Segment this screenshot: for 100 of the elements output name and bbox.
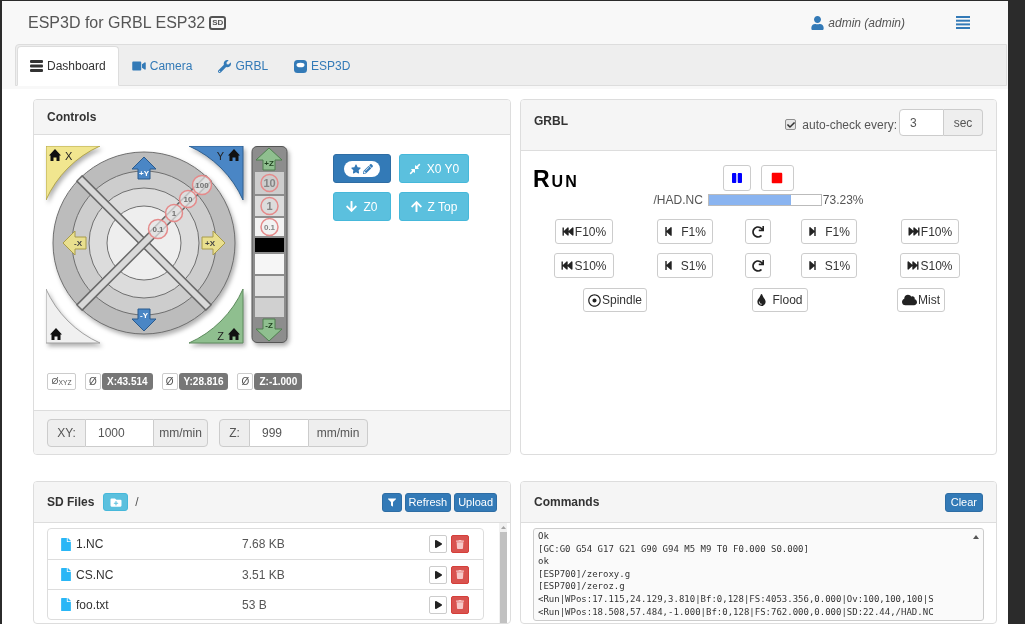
wrench-icon	[218, 59, 232, 73]
fast-backward-icon	[561, 226, 574, 237]
step-marker: 100	[191, 174, 213, 196]
stacked-bars-icon	[30, 60, 43, 72]
user-name[interactable]: admin (admin)	[828, 13, 905, 32]
feedrate-input[interactable]: 999	[250, 418, 308, 447]
clear-button[interactable]: Clear	[944, 492, 983, 512]
auto-check-label: auto-check every:	[802, 116, 897, 134]
arrow-up-icon	[410, 200, 422, 213]
fast-forward-icon	[907, 260, 920, 271]
menu-icon[interactable]	[956, 16, 970, 29]
console-line: [ESP700]/zeroz.g	[538, 580, 626, 593]
toggle-button[interactable]: Mist	[897, 288, 945, 312]
pause-button[interactable]	[723, 165, 751, 191]
device-icon	[294, 59, 308, 73]
jog-ring[interactable]	[88, 187, 200, 299]
home-icon	[50, 328, 62, 340]
home-button[interactable]	[46, 288, 101, 344]
refresh-button[interactable]: Refresh	[404, 492, 452, 512]
delete-button[interactable]	[451, 565, 469, 584]
panel-title: GRBL	[534, 113, 568, 130]
target-icon	[588, 293, 601, 307]
file-name[interactable]: foo.txt	[76, 595, 242, 614]
fast-backward-icon	[561, 260, 574, 271]
trash-icon	[456, 600, 464, 609]
file-name[interactable]: 1.NC	[76, 535, 242, 553]
arrow-down-icon	[346, 200, 358, 213]
file-size: 3.51 KB	[242, 566, 285, 584]
upload-button[interactable]: Upload	[454, 492, 497, 512]
step-marker: 10	[178, 189, 198, 209]
home-button[interactable]: Z	[188, 288, 244, 344]
play-button[interactable]	[429, 535, 447, 553]
scroll-up-icon[interactable]	[973, 535, 979, 539]
console-line: [ESP700]/zeroxy.g	[538, 567, 632, 581]
reset-all-button[interactable]: Ø$_{XYZ}$	[47, 373, 76, 390]
override-button[interactable]: S1%	[656, 253, 714, 278]
delete-button[interactable]	[451, 595, 469, 614]
current-path: /	[135, 494, 139, 511]
step-forward-icon	[808, 226, 818, 237]
fast-forward-icon	[907, 226, 920, 237]
tab[interactable]: GRBL	[205, 46, 282, 86]
console-line: ok	[538, 555, 550, 568]
stop-icon	[771, 172, 784, 184]
override-button[interactable]: F10%	[900, 219, 960, 244]
file-name[interactable]: CS.NC	[76, 565, 242, 584]
toggle-button[interactable]: Flood	[752, 288, 808, 312]
step-marker: 1	[164, 203, 184, 223]
step-forward-icon	[807, 260, 817, 271]
cloud-icon	[902, 294, 917, 306]
jog-arrow[interactable]: +Y	[131, 156, 157, 180]
file-size: 7.68 KB	[242, 536, 285, 553]
step-backward-icon	[664, 226, 674, 237]
play-button[interactable]	[429, 565, 447, 584]
unit-label: sec	[944, 109, 983, 136]
jog-arrow[interactable]: -Y	[131, 308, 157, 332]
file-icon	[61, 568, 71, 581]
reset-axis-button[interactable]: Ø	[237, 373, 254, 390]
input-addon: Z:	[219, 418, 250, 447]
check-icon	[786, 120, 795, 129]
jog-arrow[interactable]: -X	[62, 230, 87, 256]
override-button[interactable]: S10%	[900, 253, 960, 278]
override-button[interactable]: F10%	[554, 219, 614, 244]
folder-plus-icon	[109, 496, 122, 508]
play-button[interactable]	[429, 595, 447, 614]
circular-arrow-icon	[752, 225, 764, 238]
unit-label: mm/min	[153, 418, 208, 447]
reset-button[interactable]	[745, 253, 771, 278]
panel-title: SD Files	[47, 494, 95, 511]
input-addon: XY:	[47, 418, 86, 447]
jog-arrow[interactable]: -Z	[255, 318, 283, 342]
override-button[interactable]: S10%	[554, 253, 614, 278]
stop-button[interactable]	[761, 165, 794, 191]
tab[interactable]: Camera	[118, 46, 206, 86]
override-button[interactable]: F1%	[801, 219, 857, 244]
reset-button[interactable]	[745, 219, 771, 244]
reset-axis-button[interactable]: Ø	[161, 373, 178, 390]
override-button[interactable]: S1%	[800, 253, 858, 278]
file-icon	[61, 537, 71, 551]
file-name: /HAD.NC	[653, 192, 703, 209]
trash-icon	[456, 539, 464, 549]
step-marker: 0.1	[147, 218, 169, 240]
reset-axis-button[interactable]: Ø	[85, 373, 101, 390]
axis-position-label: X:43.514	[102, 373, 153, 390]
jog-arrow[interactable]: +X	[201, 230, 226, 256]
toggle-button[interactable]: Spindle	[583, 288, 647, 312]
home-button[interactable]: X	[46, 146, 101, 201]
console-line: <Run|WPos:18.508,57.484,-1.000|Bf:0,128|FS:762.000,0.000|SD:22.44,/HAD.NC	[538, 605, 935, 619]
home-icon	[228, 149, 240, 161]
tab[interactable]: Dashboard	[17, 46, 119, 86]
icon-button[interactable]	[333, 154, 391, 183]
interval-input[interactable]: 3	[899, 109, 944, 136]
jog-arrow[interactable]: +Z	[255, 147, 283, 171]
filter-button[interactable]	[381, 492, 402, 512]
override-button[interactable]: F1%	[657, 219, 713, 244]
auto-check-checkbox[interactable]	[785, 119, 797, 130]
user-icon	[811, 15, 825, 30]
drop-icon	[757, 294, 767, 306]
tab[interactable]: ESP3D	[281, 46, 364, 86]
feedrate-input[interactable]: 1000	[86, 418, 153, 447]
compress-arrows-icon	[408, 162, 421, 175]
